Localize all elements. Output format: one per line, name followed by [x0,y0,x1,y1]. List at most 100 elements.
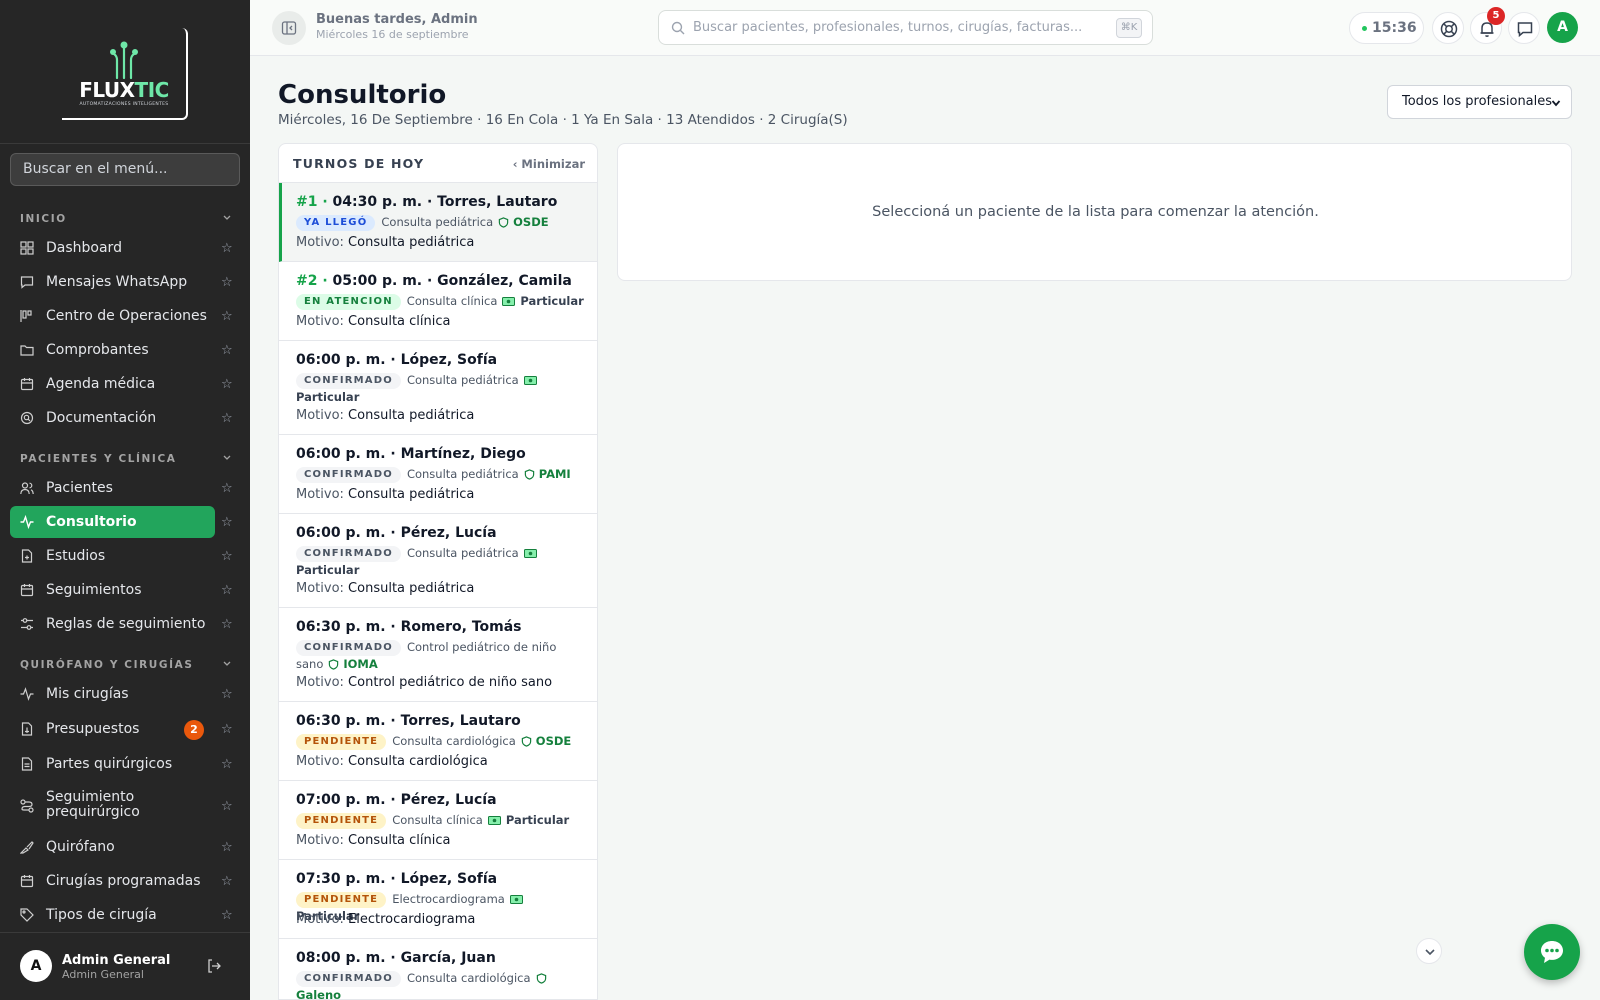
reason-value: Consulta pediátrica [348,235,475,250]
sidebar-item-tipos-cirugia[interactable]: Tipos de cirugía [10,899,215,931]
appointment-row[interactable]: 06:30 p. m. · Torres, Lautaro PENDIENTE Co… [279,702,597,781]
logo-circuit-icon [110,41,138,80]
favorite-star-icon[interactable]: ☆ [221,377,233,392]
favorite-star-icon[interactable]: ☆ [221,309,233,324]
insurance-label: Galeno [296,988,342,1000]
consultation-type: Electrocardiograma [392,892,505,906]
appointment-row[interactable]: 06:30 p. m. · Romero, Tomás CONFIRMADO Con… [279,608,597,702]
favorite-star-icon[interactable]: ☆ [221,241,233,256]
appointment-row[interactable]: 07:00 p. m. · Pérez, Lucía PENDIENTE Consu… [279,781,597,860]
sidebar-item-partes-quirurgicos[interactable]: Partes quirúrgicos [10,748,215,780]
appointment-title: 06:00 p. m. · Pérez, Lucía [296,525,497,541]
sidebar-item-documentacion[interactable]: Documentación [10,402,215,434]
appointment-reason: Motivo: Consulta clínica [296,833,450,848]
favorite-star-icon[interactable]: ☆ [221,687,233,702]
favorite-star-icon[interactable]: ☆ [221,757,233,772]
appointment-meta: PENDIENTE Consulta clínica Particular [296,812,586,829]
sidebar-item-dashboard[interactable]: Dashboard [10,232,215,264]
patient-detail-panel: Seleccioná un paciente de la lista para … [617,143,1572,281]
favorite-star-icon[interactable]: ☆ [221,275,233,290]
top-bar: Buenas tardes, Admin Miércoles 16 de sep… [250,0,1600,56]
messages-button[interactable] [1508,12,1540,44]
appointment-row[interactable]: 06:00 p. m. · Martínez, Diego CONFIRMADO C… [279,435,597,514]
professional-filter-select[interactable]: Todos los profesionales [1387,85,1572,119]
sidebar-item-cirugias-programadas[interactable]: Cirugías programadas [10,865,215,897]
greeting: Buenas tardes, Admin [316,12,478,27]
section-header-pacientes[interactable]: PACIENTES Y CLÍNICA [20,453,232,465]
sidebar-item-pacientes[interactable]: Pacientes [10,472,215,504]
section-header-quirofano[interactable]: QUIRÓFANO Y CIRUGÍAS [20,659,232,671]
sidebar-item-comprobantes[interactable]: Comprobantes [10,334,215,366]
appointment-title: #1 · 04:30 p. m. · Torres, Lautaro [296,194,557,210]
appointment-time-patient: 07:30 p. m. · López, Sofía [296,871,498,887]
sidebar-item-seguimiento-prequirurgico[interactable]: Seguimiento prequirúrgico [10,790,215,822]
sidebar-item-estudios[interactable]: Estudios [10,540,215,572]
sidebar-item-reglas-seguimiento[interactable]: Reglas de seguimiento [10,608,215,640]
favorite-star-icon[interactable]: ☆ [221,343,233,358]
logout-icon[interactable] [206,958,222,974]
help-button[interactable] [1432,12,1464,44]
reason-value: Consulta clínica [348,314,451,329]
insurance-label: Particular [520,294,584,308]
appointment-row[interactable]: #2 · 05:00 p. m. · González, Camila EN AT… [279,262,597,341]
banknote-icon [523,376,537,385]
favorite-star-icon[interactable]: ☆ [221,874,233,889]
avatar[interactable]: A [20,950,52,982]
sidebar-item-agenda[interactable]: Agenda médica [10,368,215,400]
favorite-star-icon[interactable]: ☆ [221,840,233,855]
appointment-reason: Motivo: Control pediátrico de niño sano [296,675,552,690]
appointment-row[interactable]: 08:00 p. m. · García, Juan CONFIRMADO Cons… [279,939,597,1000]
sidebar-user-footer: A Admin General Admin General [0,932,250,1000]
appointment-row[interactable]: #1 · 04:30 p. m. · Torres, Lautaro YA LLE… [279,183,597,262]
folder-icon [20,345,34,356]
queue-number: #2 · [296,273,333,289]
status-badge: PENDIENTE [296,733,387,750]
appointment-reason: Motivo: Consulta cardiológica [296,754,488,769]
menu-search-input[interactable]: Buscar en el menú... [10,153,240,186]
scroll-down-button[interactable] [1416,938,1442,964]
appointment-meta: CONFIRMADO Consulta cardiológica Galeno [296,970,586,1000]
sidebar-item-mis-cirugias[interactable]: Mis cirugías [10,678,215,710]
reason-value: Consulta cardiológica [348,754,488,769]
chat-fab-button[interactable] [1524,924,1580,980]
section-header-inicio[interactable]: INICIO [20,213,232,225]
search-icon [671,21,685,35]
file-text-icon [21,757,33,771]
sidebar-item-consultorio[interactable]: Consultorio [10,506,215,538]
favorite-star-icon[interactable]: ☆ [221,617,233,632]
chevron-down-icon [1551,100,1561,107]
favorite-star-icon[interactable]: ☆ [221,549,233,564]
sidebar-item-centro-operaciones[interactable]: Centro de Operaciones [10,300,215,332]
appointment-title: 06:30 p. m. · Torres, Lautaro [296,713,521,729]
favorite-star-icon[interactable]: ☆ [221,515,233,530]
reason-value: Consulta pediátrica [348,487,475,502]
queue-number: #1 · [296,194,333,210]
status-badge: YA LLEGÓ [296,214,376,231]
reason-label: Motivo: [296,912,349,927]
activity-icon [20,515,34,529]
favorite-star-icon[interactable]: ☆ [221,481,233,496]
appointment-row[interactable]: 07:30 p. m. · López, Sofía PENDIENTE Elect… [279,860,597,939]
favorite-star-icon[interactable]: ☆ [221,799,233,814]
reason-label: Motivo: [296,487,349,502]
appointment-reason: Motivo: Consulta pediátrica [296,487,474,502]
favorite-star-icon[interactable]: ☆ [221,908,233,923]
favorite-star-icon[interactable]: ☆ [221,411,233,426]
appointment-row[interactable]: 06:00 p. m. · López, Sofía CONFIRMADO Cons… [279,341,597,435]
appointment-row[interactable]: 06:00 p. m. · Pérez, Lucía CONFIRMADO Cons… [279,514,597,608]
chat-bubble-icon [1541,941,1563,963]
insurance-label: IOMA [343,657,378,671]
sidebar-item-quirofano[interactable]: Quirófano [10,831,215,863]
fluxtic-logo[interactable]: FLUXTIC AUTOMATIZACIONES INTELIGENTES [62,28,188,120]
favorite-star-icon[interactable]: ☆ [221,583,233,598]
reason-label: Motivo: [296,235,349,250]
sidebar-item-seguimientos[interactable]: Seguimientos [10,574,215,606]
sidebar-item-whatsapp[interactable]: Mensajes WhatsApp [10,266,215,298]
favorite-star-icon[interactable]: ☆ [221,722,233,737]
minimize-button[interactable]: ‹ Minimizar [513,157,585,171]
user-avatar[interactable]: A [1547,12,1578,43]
global-search-input[interactable]: Buscar pacientes, profesionales, turnos,… [658,10,1153,45]
calendar-icon [20,584,34,597]
sidebar-toggle-button[interactable] [272,11,306,45]
appointment-title: 07:30 p. m. · López, Sofía [296,871,497,887]
